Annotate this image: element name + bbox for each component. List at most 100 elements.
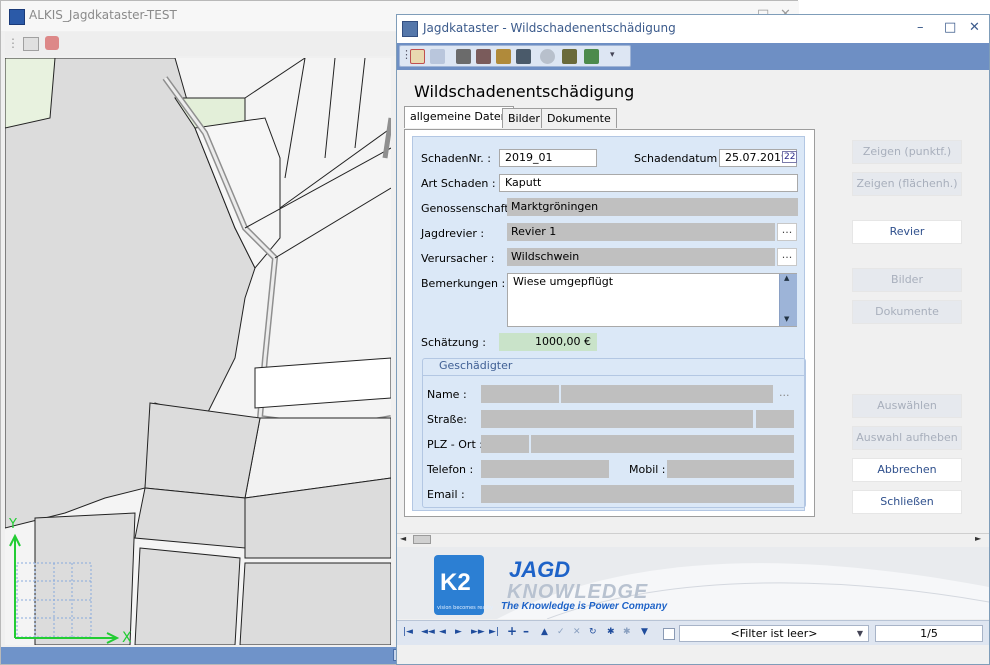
next-page-icon[interactable]: ►► xyxy=(471,627,485,637)
previous-page-icon[interactable]: ◄◄ xyxy=(421,627,435,637)
map-view[interactable]: X Y xyxy=(5,58,391,645)
auswaehlen-button[interactable]: Auswählen xyxy=(852,394,962,418)
delete-record-icon[interactable]: – xyxy=(523,624,529,638)
revier-button[interactable]: Revier xyxy=(852,220,962,244)
last-record-icon[interactable]: ►| xyxy=(489,627,499,637)
layers-icon[interactable] xyxy=(45,36,59,50)
edit-record-icon[interactable]: ▲ xyxy=(541,627,548,637)
dokumente-button[interactable]: Dokumente xyxy=(852,300,962,324)
map-view-icon[interactable] xyxy=(23,37,39,51)
page-title: Wildschadenentschädigung xyxy=(414,82,635,101)
genossenschaft-field: Marktgröningen xyxy=(507,198,798,216)
print-preview-icon[interactable] xyxy=(476,49,491,64)
art-schaden-label: Art Schaden : xyxy=(421,177,496,190)
dialog-toolbar: ⋮ ▾ xyxy=(397,43,989,70)
filter-dropdown[interactable]: <Filter ist leer> ▼ xyxy=(679,625,869,642)
bemerkungen-label: Bemerkungen : xyxy=(421,277,506,290)
jagdrevier-label: Jagdrevier : xyxy=(421,227,485,240)
tagline: The Knowledge is Power Company xyxy=(501,601,668,612)
chevron-down-icon[interactable]: ▾ xyxy=(610,50,615,60)
geschaedigter-group: Geschädigter Name : ... Straße: PLZ - Or… xyxy=(422,358,806,508)
next-record-icon[interactable]: ► xyxy=(455,627,462,637)
dialog-minimize-icon[interactable]: – xyxy=(917,20,924,35)
plz-ort-label: PLZ - Ort : xyxy=(427,438,483,451)
record-navigator: |◄ ◄◄ ◄ ► ►► ►| + – ▲ ✓ ✕ ↻ ✱ ✱ ▼ <Filte… xyxy=(397,620,989,645)
tab-allgemeine-daten[interactable]: allgemeine Daten xyxy=(404,106,514,128)
calendar-icon[interactable]: 22 xyxy=(782,151,798,163)
add-record-icon[interactable]: + xyxy=(507,624,517,638)
tab-dokumente[interactable]: Dokumente xyxy=(541,108,617,128)
tab-panel: SchadenNr. : 2019_01 Schadendatum : 25.0… xyxy=(404,129,815,517)
bemerkungen-textarea[interactable]: Wiese umgepflügt xyxy=(507,273,797,327)
abbrechen-button[interactable]: Abbrechen xyxy=(852,458,962,482)
schaetzung-label: Schätzung : xyxy=(421,336,486,349)
toolbar-strip: ⋮ ▾ xyxy=(399,45,631,67)
art-schaden-field[interactable]: Kaputt xyxy=(499,174,798,192)
auswahl-aufheben-button[interactable]: Auswahl aufheben xyxy=(852,426,962,450)
filter-dropdown-value: <Filter ist leer> xyxy=(730,627,818,640)
refresh-icon[interactable]: ↻ xyxy=(589,627,597,637)
select-icon[interactable] xyxy=(410,49,425,64)
schliessen-button[interactable]: Schließen xyxy=(852,490,962,514)
email-field xyxy=(481,485,794,503)
chevron-down-icon[interactable]: ▼ xyxy=(857,626,863,641)
post-edit-icon[interactable]: ✓ xyxy=(557,627,565,637)
print-icon[interactable] xyxy=(456,49,471,64)
scroll-down-icon[interactable]: ▼ xyxy=(784,315,789,323)
bookmark-icon[interactable]: ✱ xyxy=(607,627,615,637)
k2-logo-subtext: vision becomes reality xyxy=(437,605,494,611)
verursacher-label: Verursacher : xyxy=(421,252,495,265)
hierarchy-icon[interactable] xyxy=(562,49,577,64)
jagdrevier-browse-button[interactable]: ... xyxy=(777,223,797,241)
dialog-app-icon xyxy=(402,21,418,37)
scroll-up-icon[interactable]: ▲ xyxy=(784,274,789,282)
users-icon[interactable] xyxy=(584,49,599,64)
goto-bookmark-icon[interactable]: ✱ xyxy=(623,627,631,637)
dialog-close-icon[interactable]: ✕ xyxy=(969,20,980,35)
tab-bilder[interactable]: Bilder xyxy=(502,108,546,128)
toolbar-grip-icon: ⋮ xyxy=(7,36,19,50)
schaetzung-field[interactable]: 1000,00 € xyxy=(499,333,597,351)
bilder-button[interactable]: Bilder xyxy=(852,268,962,292)
zoom-select-icon[interactable] xyxy=(430,49,445,64)
zeigen-punktf-button[interactable]: Zeigen (punktf.) xyxy=(852,140,962,164)
cancel-edit-icon[interactable]: ✕ xyxy=(573,627,581,637)
background-window-title: ALKIS_Jagdkataster-TEST xyxy=(29,8,177,22)
scroll-right-icon[interactable]: ► xyxy=(975,534,981,543)
mobil-label: Mobil : xyxy=(629,463,666,476)
mobil-field xyxy=(667,460,794,478)
genossenschaft-label: Genossenschaft : xyxy=(421,202,516,215)
dialog-horizontal-scrollbar[interactable]: ◄ ► xyxy=(397,533,989,546)
jagd-logo-text: JAGD xyxy=(509,557,571,582)
telefon-label: Telefon : xyxy=(427,463,474,476)
record-counter: 1/5 xyxy=(875,625,983,642)
dialog-maximize-icon[interactable]: □ xyxy=(944,20,956,35)
first-record-icon[interactable]: |◄ xyxy=(403,627,413,637)
globe-icon[interactable] xyxy=(540,49,555,64)
k2-logo: K2 vision becomes reality xyxy=(434,555,493,615)
name-field-2 xyxy=(561,385,773,403)
dialog-titlebar[interactable]: Jagdkataster - Wildschadenentschädigung … xyxy=(397,15,989,43)
scroll-left-icon[interactable]: ◄ xyxy=(400,534,406,543)
export-icon[interactable] xyxy=(516,49,531,64)
group-divider xyxy=(423,375,805,376)
scroll-thumb[interactable] xyxy=(413,535,431,544)
verursacher-field: Wildschwein xyxy=(507,248,775,266)
zeigen-flaechenh-button[interactable]: Zeigen (flächenh.) xyxy=(852,172,962,196)
verursacher-browse-button[interactable]: ... xyxy=(777,248,797,266)
schaden-nr-field[interactable]: 2019_01 xyxy=(499,149,597,167)
previous-record-icon[interactable]: ◄ xyxy=(439,627,446,637)
dialog-title: Jagdkataster - Wildschadenentschädigung xyxy=(423,21,676,35)
telefon-field xyxy=(481,460,609,478)
ort-field xyxy=(531,435,794,453)
hausnummer-field xyxy=(756,410,794,428)
table-icon[interactable] xyxy=(496,49,511,64)
bemerkungen-scrollbar[interactable]: ▲ ▼ xyxy=(779,274,797,326)
k2-banner: K2 vision becomes reality JAGD KNOWLEDGE… xyxy=(397,547,989,619)
svg-text:Y: Y xyxy=(8,517,17,532)
cadastral-map: X Y xyxy=(5,58,391,645)
filter-checkbox[interactable] xyxy=(663,628,675,640)
name-browse-button[interactable]: ... xyxy=(779,386,790,399)
filter-icon[interactable]: ▼ xyxy=(641,627,648,637)
geschaedigter-group-title: Geschädigter xyxy=(439,359,513,372)
